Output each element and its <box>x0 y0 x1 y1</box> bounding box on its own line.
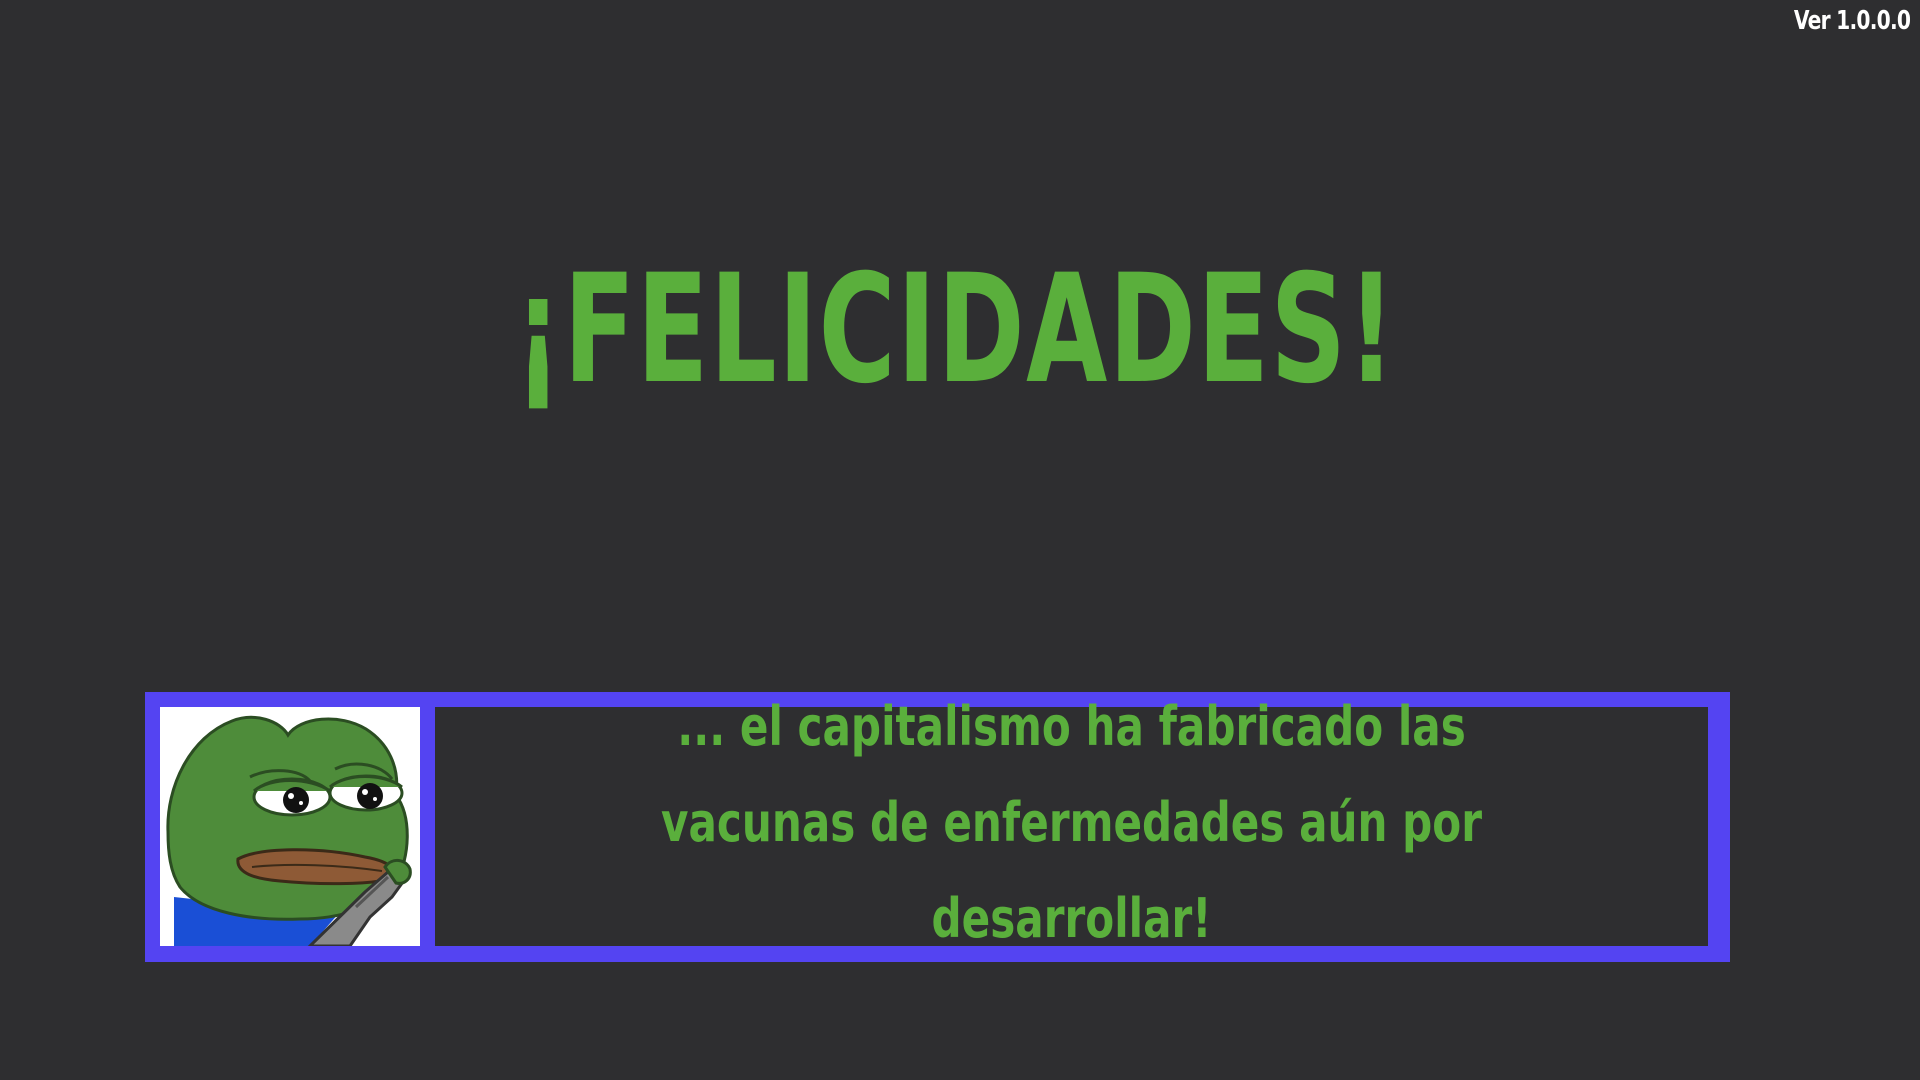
congratulations-title: ¡FELICIDADES! <box>514 243 1397 417</box>
character-portrait <box>160 707 420 946</box>
message-panel: ... el capitalismo ha fabricado las vacu… <box>435 695 1708 950</box>
sad-frog-icon <box>166 716 412 946</box>
version-label: Ver 1.0.0.0 <box>1793 6 1911 36</box>
dialog-message: ... el capitalismo ha fabricado las vacu… <box>661 694 1482 950</box>
dialog-box: ... el capitalismo ha fabricado las vacu… <box>145 692 1730 962</box>
